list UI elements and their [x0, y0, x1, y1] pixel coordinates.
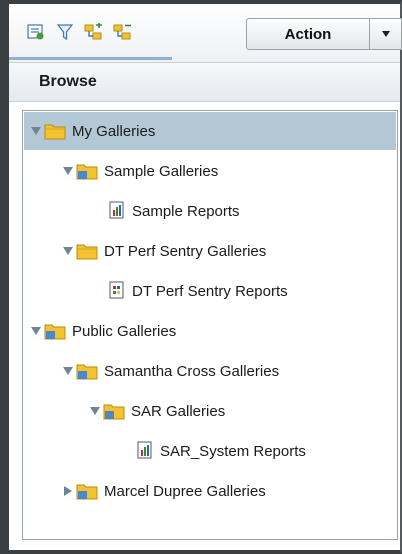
folder-icon [44, 124, 66, 140]
tree-item-dt-perf-sentry-reports[interactable]: DT Perf Sentry Reports [24, 272, 396, 310]
collapse-all-icon[interactable] [113, 22, 133, 42]
tree-item-label: DT Perf Sentry Reports [132, 282, 288, 300]
tree-item-label: Samantha Cross Galleries [104, 362, 280, 380]
tree-item-label: DT Perf Sentry Galleries [104, 242, 267, 260]
expanded-triangle-icon[interactable] [31, 325, 41, 337]
expanded-triangle-icon[interactable] [31, 125, 41, 137]
tree-item-label: My Galleries [72, 122, 156, 140]
tree-item-sar-galleries[interactable]: SAR Galleries [24, 392, 396, 430]
folder-icon [76, 244, 98, 260]
filter-icon[interactable] [55, 22, 75, 42]
tree-item-label: SAR_System Reports [160, 442, 306, 460]
tree-item-label: Sample Galleries [104, 162, 219, 180]
tree-item-sample-galleries[interactable]: Sample Galleries [24, 152, 396, 190]
shared-folder-icon [76, 364, 98, 380]
tree-item-samantha-cross-galleries[interactable]: Samantha Cross Galleries [24, 352, 396, 390]
tree-item-sar-system-reports[interactable]: SAR_System Reports [24, 432, 396, 470]
tree-item-label: Public Galleries [72, 322, 177, 340]
tree-item-label: SAR Galleries [131, 402, 226, 420]
shared-folder-icon [76, 484, 98, 500]
tree-item-dt-perf-sentry-galleries[interactable]: DT Perf Sentry Galleries [24, 232, 396, 270]
tree-item-label: Marcel Dupree Galleries [104, 482, 266, 500]
collapsed-triangle-icon[interactable] [63, 485, 73, 497]
shared-folder-icon [103, 404, 125, 420]
report-icon [109, 201, 124, 219]
action-button-label: Action [284, 25, 332, 43]
tree-item-my-galleries[interactable]: My Galleries [24, 112, 396, 150]
expanded-triangle-icon[interactable] [63, 245, 73, 257]
report-icon [137, 441, 152, 459]
tree-item-marcel-dupree-galleries[interactable]: Marcel Dupree Galleries [24, 472, 396, 510]
shared-folder-icon [44, 324, 66, 340]
tree-item-sample-reports[interactable]: Sample Reports [24, 192, 396, 230]
browse-title: Browse [39, 73, 97, 90]
properties-icon[interactable] [26, 22, 46, 42]
browse-header: Browse [9, 62, 400, 102]
action-dropdown-arrow[interactable] [370, 18, 402, 50]
tree-item-label: Sample Reports [132, 202, 240, 220]
toolbar-active-underline [9, 57, 172, 60]
expanded-triangle-icon[interactable] [63, 365, 73, 377]
report-icon [109, 281, 124, 299]
gallery-tree: My Galleries Sample Galleries Sample Rep… [22, 110, 398, 540]
tree-item-public-galleries[interactable]: Public Galleries [24, 312, 396, 350]
chevron-down-icon [381, 31, 390, 37]
action-button[interactable]: Action [246, 18, 370, 50]
shared-folder-icon [76, 164, 98, 180]
expanded-triangle-icon[interactable] [90, 405, 100, 417]
expand-all-icon[interactable] [84, 22, 104, 42]
expanded-triangle-icon[interactable] [63, 165, 73, 177]
